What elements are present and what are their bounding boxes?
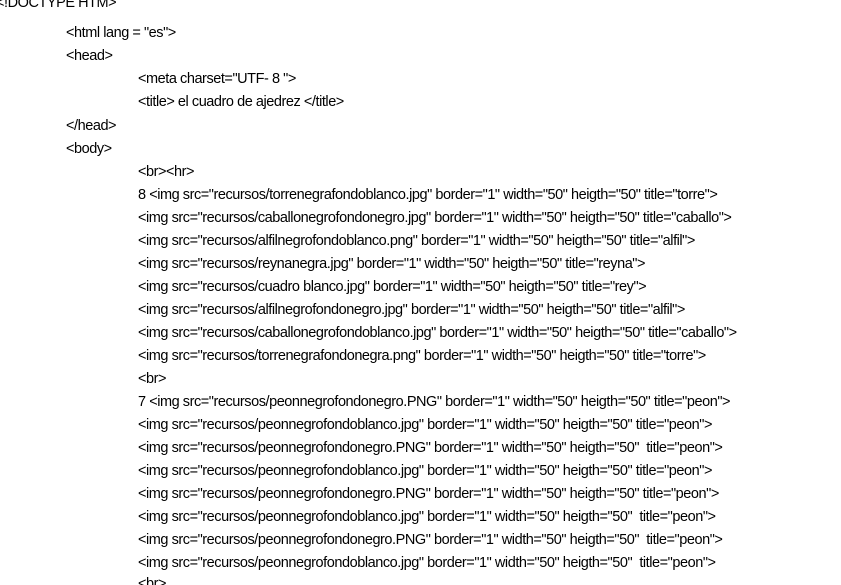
code-line: <br><hr> [138, 164, 195, 180]
code-line: <img src="recursos/peonnegrofondonegro.P… [138, 486, 719, 502]
code-document: <!DOCTYPE HTM> <html lang = "es"> <head>… [0, 0, 841, 585]
code-line: </head> [66, 118, 117, 134]
code-line: <img src="recursos/reynanegra.jpg" borde… [138, 256, 646, 272]
code-line: <img src="recursos/caballonegrofondoblan… [138, 325, 737, 341]
code-line: <img src="recursos/caballonegrofondonegr… [138, 210, 732, 226]
code-line: <img src="recursos/cuadro blanco.jpg" bo… [138, 279, 647, 295]
code-line: <img src="recursos/peonnegrofondoblanco.… [138, 509, 716, 525]
code-line: <img src="recursos/alfilnegrofondoblanco… [138, 233, 695, 249]
code-line: <html lang = "es"> [66, 25, 176, 41]
code-line: <br> [138, 371, 167, 387]
code-line: <br> [138, 576, 167, 585]
code-line: <!DOCTYPE HTM> [0, 0, 117, 11]
code-line: <img src="recursos/torrenegrafondonegra.… [138, 348, 706, 364]
code-line: <title> el cuadro de ajedrez </title> [138, 94, 344, 110]
code-line: <img src="recursos/alfilnegrofondonegro.… [138, 302, 685, 318]
code-line: 8 <img src="recursos/torrenegrafondoblan… [138, 187, 718, 203]
code-line: <img src="recursos/peonnegrofondonegro.P… [138, 440, 723, 456]
code-line: 7 <img src="recursos/peonnegrofondonegro… [138, 394, 731, 410]
code-line: <img src="recursos/peonnegrofondoblanco.… [138, 555, 716, 571]
code-line: <meta charset="UTF- 8 "> [138, 71, 296, 87]
code-line: <body> [66, 141, 112, 157]
code-line: <img src="recursos/peonnegrofondonegro.P… [138, 532, 723, 548]
code-line: <img src="recursos/peonnegrofondoblanco.… [138, 463, 712, 479]
code-line: <img src="recursos/peonnegrofondoblanco.… [138, 417, 712, 433]
code-line: <head> [66, 48, 113, 64]
